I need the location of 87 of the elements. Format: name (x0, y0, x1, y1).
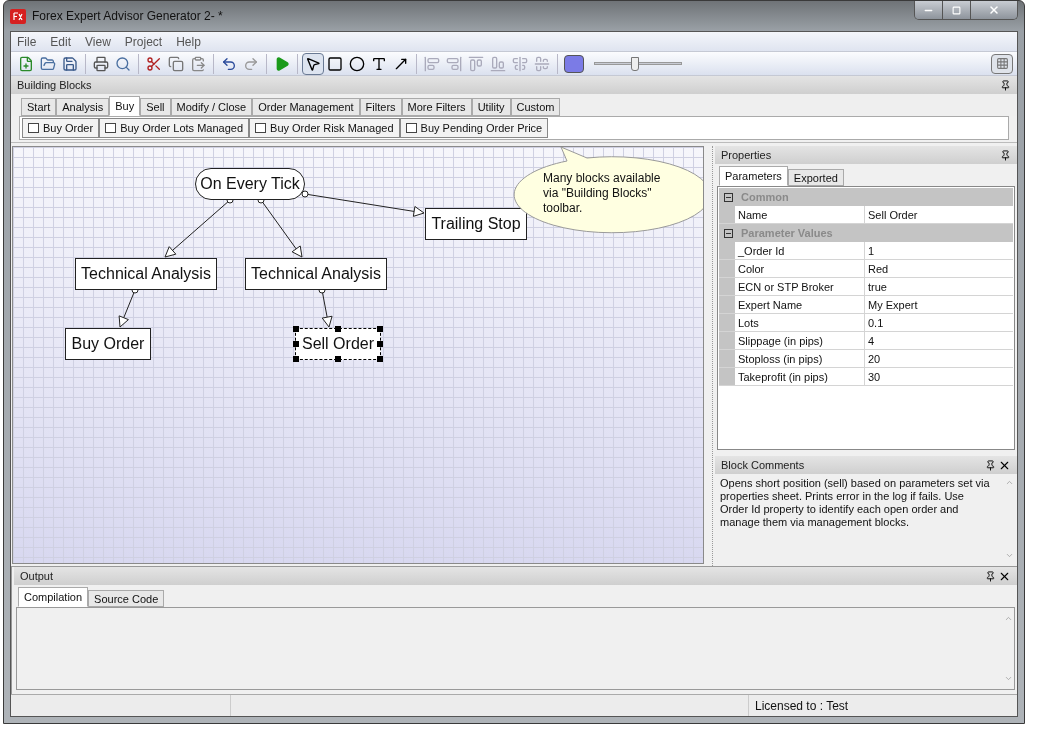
block-tab[interactable]: More Filters (401, 98, 472, 116)
block-node[interactable]: Trailing Stop (425, 208, 527, 240)
app-logo-icon (10, 8, 26, 24)
resize-handle[interactable] (377, 326, 383, 332)
block-node[interactable]: Technical Analysis (75, 258, 217, 290)
menu-item[interactable]: File (17, 32, 37, 51)
minimize-button[interactable] (915, 1, 943, 19)
property-value[interactable]: Red (865, 260, 1013, 277)
block-tab[interactable]: Modify / Close (170, 98, 253, 116)
resize-handle[interactable] (335, 356, 341, 362)
property-name[interactable]: ECN or STP Broker (735, 278, 865, 295)
block-icon (105, 123, 117, 133)
collapse-icon[interactable] (724, 228, 733, 238)
block-tab[interactable]: Analysis (56, 98, 110, 116)
pin-icon[interactable] (1000, 79, 1011, 91)
property-value[interactable]: Sell Order (865, 206, 1013, 223)
grid-icon (995, 57, 1009, 70)
pin-icon[interactable] (985, 459, 996, 471)
block-button[interactable]: Buy Pending Order Price (399, 118, 549, 138)
zoom-slider[interactable] (594, 55, 682, 72)
property-value[interactable]: My Expert (865, 296, 1013, 313)
maximize-icon (952, 5, 961, 15)
block-icon (28, 123, 39, 133)
block-icon (255, 123, 267, 133)
property-name[interactable]: _Order Id (735, 242, 865, 259)
grid-toggle[interactable] (991, 53, 1013, 74)
block-tab[interactable]: Buy (109, 96, 141, 116)
property-name[interactable]: Name (735, 206, 865, 223)
comment-text: Opens short position (sell) based on parameters set via properties sheet. Prints error in the log if fails. Use Order Id property to identify each open order and manage them via management blocks. (719, 476, 991, 530)
property-name[interactable]: Slippage (in pips) (735, 332, 865, 349)
block-tab[interactable]: Filters (359, 98, 402, 116)
panel-title: Properties (721, 147, 773, 163)
menu-item[interactable]: Help (176, 32, 201, 51)
property-value[interactable]: 30 (865, 368, 1013, 385)
callout-text: Many blocks available via "Building Blocks" toolbar. (543, 171, 662, 216)
panel-title: Block Comments (721, 457, 806, 473)
property-value[interactable]: true (865, 278, 1013, 295)
output-tab[interactable]: Compilation (18, 587, 89, 607)
resize-handle[interactable] (377, 356, 383, 362)
pin-icon[interactable] (985, 570, 996, 582)
property-value[interactable]: 0.1 (865, 314, 1013, 331)
resize-handle[interactable] (293, 356, 299, 362)
properties-tab[interactable]: Exported (787, 169, 844, 186)
block-button[interactable]: Buy Order (22, 118, 100, 138)
properties-tab[interactable]: Parameters (719, 166, 788, 186)
block-button[interactable]: Buy Order Risk Managed (249, 118, 400, 138)
menu-item[interactable]: Project (124, 32, 163, 51)
resize-handle[interactable] (293, 341, 299, 347)
menu-item[interactable]: Edit (50, 32, 72, 51)
property-name[interactable]: Lots (735, 314, 865, 331)
property-value[interactable]: 1 (865, 242, 1013, 259)
resize-handle[interactable] (293, 326, 299, 332)
output-tab[interactable]: Source Code (88, 590, 165, 607)
property-value[interactable]: 20 (865, 350, 1013, 367)
category-label: Parameter Values (741, 225, 833, 241)
close-icon (988, 4, 1000, 16)
event-node[interactable]: On Every Tick (195, 168, 305, 200)
color-swatch[interactable] (564, 54, 584, 73)
property-name[interactable]: Takeprofit (in pips) (735, 368, 865, 385)
block-node[interactable]: Buy Order (65, 328, 151, 360)
panel-title: Building Blocks (17, 77, 93, 93)
block-button[interactable]: Buy Order Lots Managed (99, 118, 250, 138)
resize-handle[interactable] (335, 326, 341, 332)
pin-icon[interactable] (1000, 149, 1011, 161)
property-name[interactable]: Color (735, 260, 865, 277)
resize-handle[interactable] (377, 341, 383, 347)
block-tab[interactable]: Utility (471, 98, 511, 116)
panel-title: Output (20, 568, 55, 584)
block-tab[interactable]: Order Management (252, 98, 360, 116)
diagram-canvas[interactable]: On Every Tick Technical Analysis Buy Order Technical Analysis Sell Order Trailing Stop Many blocks available via "Building Blocks" toolbar. (12, 146, 704, 564)
license-status: Licensed to : Test (754, 698, 850, 715)
category-label: Common (741, 189, 789, 205)
collapse-icon[interactable] (724, 192, 733, 202)
block-tab[interactable]: Sell (140, 98, 171, 116)
block-tab[interactable]: Start (21, 98, 57, 116)
block-tab[interactable]: Custom (510, 98, 561, 116)
block-node[interactable]: Technical Analysis (245, 258, 387, 290)
menu-item[interactable]: View (85, 32, 111, 51)
property-value[interactable]: 4 (865, 332, 1013, 349)
property-name[interactable]: Expert Name (735, 296, 865, 313)
pointer-tool-icon[interactable] (302, 52, 324, 75)
block-icon (405, 123, 417, 133)
slider-thumb[interactable] (631, 56, 640, 71)
maximize-button[interactable] (943, 1, 971, 19)
block-node[interactable]: Sell Order (295, 328, 381, 360)
window-title: Forex Expert Advisor Generator 2- * (32, 8, 224, 25)
property-name[interactable]: Stoploss (in pips) (735, 350, 865, 367)
